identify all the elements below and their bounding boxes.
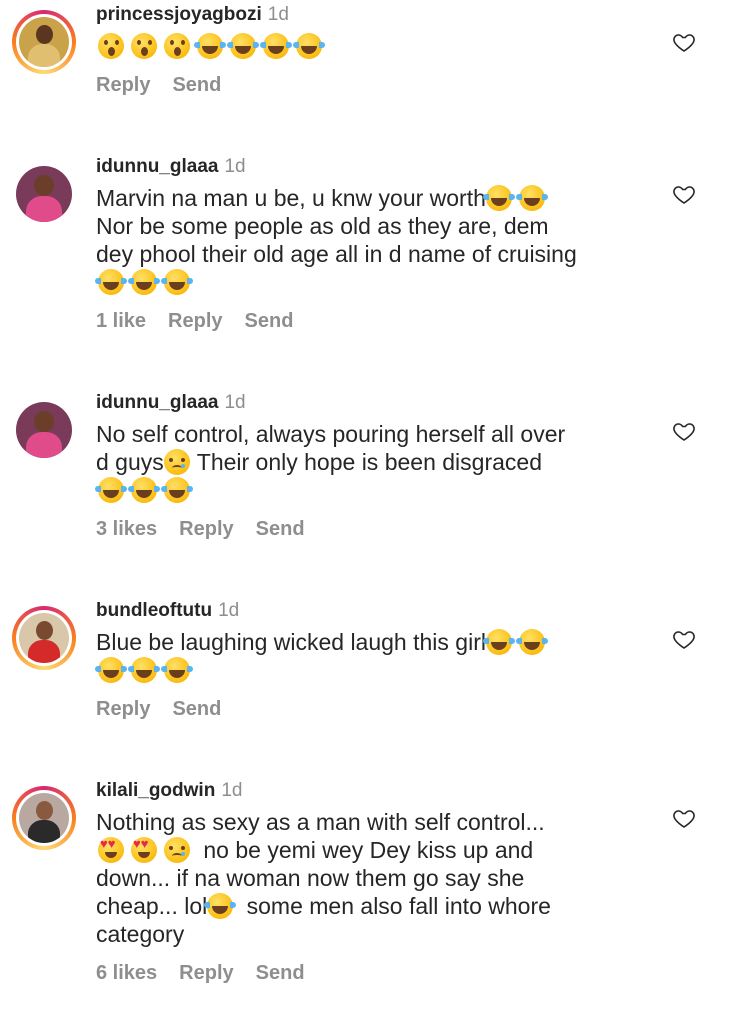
- comment-actions: 6 likes Reply Send: [96, 960, 656, 986]
- tears-of-joy-emoji: [293, 33, 325, 59]
- reply-button[interactable]: Reply: [96, 74, 150, 96]
- comment-line: cheap... lol some men also fall into who…: [96, 892, 656, 920]
- tears-of-joy-emoji: [482, 629, 515, 655]
- surprised-face-emoji: [131, 33, 157, 59]
- comment-line: no be yemi wey Dey kiss up and: [96, 836, 656, 864]
- comment-username[interactable]: idunnu_glaaa: [96, 392, 218, 413]
- tears-of-joy-emoji: [161, 269, 193, 295]
- comment-username[interactable]: bundleoftutu: [96, 600, 212, 621]
- comment-text: [96, 32, 656, 60]
- comment-line: Marvin na man u be, u knw your worth: [96, 184, 656, 212]
- comment-line: No self control, always pouring herself …: [96, 420, 656, 448]
- likes-count[interactable]: 6 likes: [96, 962, 157, 984]
- comment-line-text: dey phool their old age all in d name of…: [96, 241, 577, 267]
- tears-of-joy-emoji: [227, 33, 259, 59]
- comment-time: 1d: [218, 600, 240, 621]
- tears-of-joy-emoji: [515, 185, 548, 211]
- comment-text: Blue be laughing wicked laugh this girl: [95, 628, 656, 684]
- comment-line: Blue be laughing wicked laugh this girl: [96, 628, 656, 656]
- comment-time: 1d: [224, 156, 246, 177]
- comment-line-text: some men also fall into whore: [240, 893, 551, 919]
- comment-username[interactable]: idunnu_glaaa: [96, 156, 218, 177]
- comment-line: dey phool their old age all in d name of…: [96, 240, 656, 268]
- tears-of-joy-emoji: [161, 657, 193, 683]
- tears-of-joy-emoji: [260, 33, 292, 59]
- reply-button[interactable]: Reply: [96, 698, 150, 720]
- tears-of-joy-emoji: [204, 893, 237, 919]
- likes-count[interactable]: 3 likes: [96, 518, 157, 540]
- comment-text: No self control, always pouring herself …: [95, 420, 656, 504]
- comment-line: category: [96, 920, 656, 948]
- send-button[interactable]: Send: [172, 74, 221, 96]
- comment-line: [95, 476, 656, 504]
- avatar[interactable]: [12, 398, 76, 462]
- comment-actions: 1 like Reply Send: [96, 308, 656, 334]
- send-button[interactable]: Send: [256, 518, 305, 540]
- comment-line: down... if na woman now them go say she: [96, 864, 656, 892]
- likes-count[interactable]: 1 like: [96, 310, 146, 332]
- avatar[interactable]: [12, 162, 76, 226]
- comment-time: 1d: [221, 780, 243, 801]
- comment-text: Marvin na man u be, u knw your worth Nor …: [95, 184, 656, 296]
- comment-line-text: No self control, always pouring herself …: [96, 421, 566, 447]
- comment-line-text: Nor be some people as old as they are, d…: [96, 213, 549, 239]
- tears-of-joy-emoji: [128, 477, 160, 503]
- comment-line-text: d guys: [96, 449, 164, 475]
- comment-username[interactable]: kilali_godwin: [96, 780, 215, 801]
- comment-time: 1d: [267, 4, 289, 25]
- tears-of-joy-emoji: [194, 33, 226, 59]
- reply-button[interactable]: Reply: [168, 310, 222, 332]
- comment-line-text: category: [96, 921, 185, 947]
- tears-of-joy-emoji: [95, 269, 127, 295]
- reply-button[interactable]: Reply: [179, 962, 233, 984]
- tears-of-joy-emoji: [128, 269, 160, 295]
- reply-button[interactable]: Reply: [179, 518, 233, 540]
- send-button[interactable]: Send: [172, 698, 221, 720]
- comment-line-text: no be yemi wey Dey kiss up and: [197, 837, 534, 863]
- tears-of-joy-emoji: [95, 477, 127, 503]
- comment-actions: Reply Send: [96, 696, 656, 722]
- heart-outline-icon[interactable]: [672, 182, 696, 206]
- comment-line-text: Nothing as sexy as a man with self contr…: [96, 809, 545, 835]
- avatar[interactable]: [12, 606, 76, 670]
- comment-line-text: Blue be laughing wicked laugh this girl: [96, 629, 486, 655]
- tears-of-joy-emoji: [128, 657, 160, 683]
- heart-outline-icon[interactable]: [672, 627, 696, 651]
- tears-of-joy-emoji: [482, 185, 515, 211]
- comment-line: d guys Their only hope is been disgraced: [96, 448, 656, 476]
- comment-actions: 3 likes Reply Send: [96, 516, 656, 542]
- comment-line-text: Marvin na man u be, u knw your worth: [96, 185, 486, 211]
- tears-of-joy-emoji: [95, 657, 127, 683]
- comment-line: [96, 32, 656, 60]
- heart-eyes-emoji: [131, 837, 157, 863]
- comment-line: [95, 268, 656, 296]
- heart-eyes-emoji: [98, 837, 124, 863]
- avatar[interactable]: [12, 10, 76, 74]
- tears-of-joy-emoji: [515, 629, 548, 655]
- surprised-face-emoji: [98, 33, 124, 59]
- comment-line: Nothing as sexy as a man with self contr…: [96, 808, 656, 836]
- comment-line-text: down... if na woman now them go say she: [96, 865, 525, 891]
- comment-text: Nothing as sexy as a man with self contr…: [96, 808, 656, 948]
- avatar[interactable]: [12, 786, 76, 850]
- comment-line: Nor be some people as old as they are, d…: [96, 212, 656, 240]
- comment-actions: Reply Send: [96, 72, 656, 98]
- crying-face-emoji: [163, 449, 190, 475]
- send-button[interactable]: Send: [256, 962, 305, 984]
- comment-line: [95, 656, 656, 684]
- comment-username[interactable]: princessjoyagbozi: [96, 4, 262, 25]
- heart-outline-icon[interactable]: [672, 419, 696, 443]
- heart-outline-icon[interactable]: [672, 806, 696, 830]
- comment-line-text: cheap... lol: [96, 893, 208, 919]
- comment-time: 1d: [224, 392, 246, 413]
- send-button[interactable]: Send: [245, 310, 294, 332]
- heart-outline-icon[interactable]: [672, 30, 696, 54]
- crying-face-emoji: [164, 837, 190, 863]
- surprised-face-emoji: [164, 33, 190, 59]
- comment-line-text: Their only hope is been disgraced: [196, 449, 542, 475]
- tears-of-joy-emoji: [161, 477, 193, 503]
